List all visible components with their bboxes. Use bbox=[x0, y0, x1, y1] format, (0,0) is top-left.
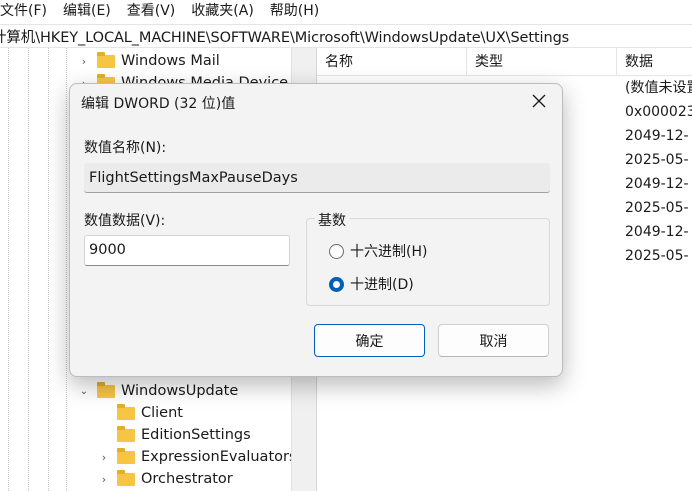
data-cell: 2025-05- bbox=[625, 152, 689, 168]
tree-item-client[interactable]: Client bbox=[97, 402, 183, 424]
tree-guide-line bbox=[8, 48, 9, 491]
folder-icon bbox=[117, 425, 135, 442]
data-cell: 2049-12- bbox=[625, 224, 689, 240]
value-data-label: 数值数据(V): bbox=[84, 213, 166, 229]
tree-guide-line bbox=[28, 48, 29, 491]
menu-bar: 文件(F) 编辑(E) 查看(V) 收藏夹(A) 帮助(H) bbox=[0, 0, 692, 22]
folder-icon bbox=[117, 469, 135, 486]
tree-item-label: Orchestrator bbox=[141, 471, 233, 487]
tree-guide-line bbox=[66, 48, 67, 491]
menu-edit[interactable]: 编辑(E) bbox=[55, 0, 119, 22]
base-group-label: 基数 bbox=[315, 210, 349, 230]
chevron-right-icon[interactable]: › bbox=[97, 451, 111, 464]
dialog-title: 编辑 DWORD (32 位)值 bbox=[81, 96, 236, 112]
radio-hex-label: 十六进制(H) bbox=[350, 244, 428, 260]
address-bar[interactable]: 计算机\HKEY_LOCAL_MACHINE\SOFTWARE\Microsof… bbox=[0, 24, 692, 48]
tree-item-label: WindowsUpdate bbox=[121, 383, 239, 399]
menu-view[interactable]: 查看(V) bbox=[119, 0, 184, 22]
tree-item-label: Client bbox=[141, 405, 183, 421]
tree-item-windowsupdate[interactable]: ⌄ WindowsUpdate bbox=[77, 380, 238, 402]
data-cell: 2049-12- bbox=[625, 176, 689, 192]
radio-button-selected[interactable] bbox=[329, 276, 344, 292]
data-cell: 2025-05- bbox=[625, 248, 689, 264]
radio-dec-label: 十进制(D) bbox=[350, 277, 414, 293]
chevron-right-icon[interactable]: › bbox=[97, 473, 111, 486]
address-path[interactable]: 计算机\HKEY_LOCAL_MACHINE\SOFTWARE\Microsof… bbox=[0, 26, 569, 47]
tree-item-label: ExpressionEvaluators bbox=[141, 449, 297, 465]
close-button[interactable] bbox=[524, 88, 554, 114]
ok-button[interactable]: 确定 bbox=[314, 324, 425, 357]
column-header-data[interactable]: 数据 bbox=[617, 48, 692, 76]
tree-item-expressionevaluators[interactable]: › ExpressionEvaluators bbox=[97, 446, 297, 468]
menu-favorites[interactable]: 收藏夹(A) bbox=[183, 0, 262, 22]
radio-decimal[interactable]: 十进制(D) bbox=[329, 274, 414, 294]
tree-item-orchestrator[interactable]: › Orchestrator bbox=[97, 468, 233, 490]
data-cell: 2049-12- bbox=[625, 128, 689, 144]
value-name-field: FlightSettingsMaxPauseDays bbox=[84, 163, 550, 193]
menu-file[interactable]: 文件(F) bbox=[0, 0, 55, 22]
radio-button-unselected[interactable] bbox=[329, 243, 344, 259]
value-name-label: 数值名称(N): bbox=[84, 140, 167, 156]
list-header: 名称 类型 数据 bbox=[317, 48, 692, 76]
chevron-right-icon[interactable]: › bbox=[77, 55, 91, 68]
tree-item-label: Windows Mail bbox=[121, 53, 220, 69]
menu-help[interactable]: 帮助(H) bbox=[262, 0, 327, 22]
radio-hexadecimal[interactable]: 十六进制(H) bbox=[329, 241, 427, 261]
data-cell: 0x00002328 bbox=[625, 104, 692, 120]
folder-icon bbox=[97, 381, 115, 398]
folder-icon bbox=[97, 51, 115, 68]
data-cell: (数值未设置) bbox=[625, 80, 692, 96]
folder-icon bbox=[117, 447, 135, 464]
close-icon bbox=[532, 94, 546, 108]
tree-guide-line bbox=[48, 48, 49, 491]
tree-item-label: EditionSettings bbox=[141, 427, 251, 443]
tree-item-editionsettings[interactable]: EditionSettings bbox=[97, 424, 251, 446]
chevron-down-icon[interactable]: ⌄ bbox=[77, 386, 91, 397]
edit-dword-dialog: 编辑 DWORD (32 位)值 数值名称(N): FlightSettings… bbox=[69, 83, 563, 377]
cancel-button[interactable]: 取消 bbox=[438, 324, 549, 357]
folder-icon bbox=[117, 403, 135, 420]
column-header-name[interactable]: 名称 bbox=[317, 48, 467, 76]
tree-item-windows-mail[interactable]: › Windows Mail bbox=[77, 50, 220, 72]
column-header-type[interactable]: 类型 bbox=[467, 48, 617, 76]
data-cell: 2025-05- bbox=[625, 200, 689, 216]
value-data-input[interactable]: 9000 bbox=[84, 235, 290, 266]
